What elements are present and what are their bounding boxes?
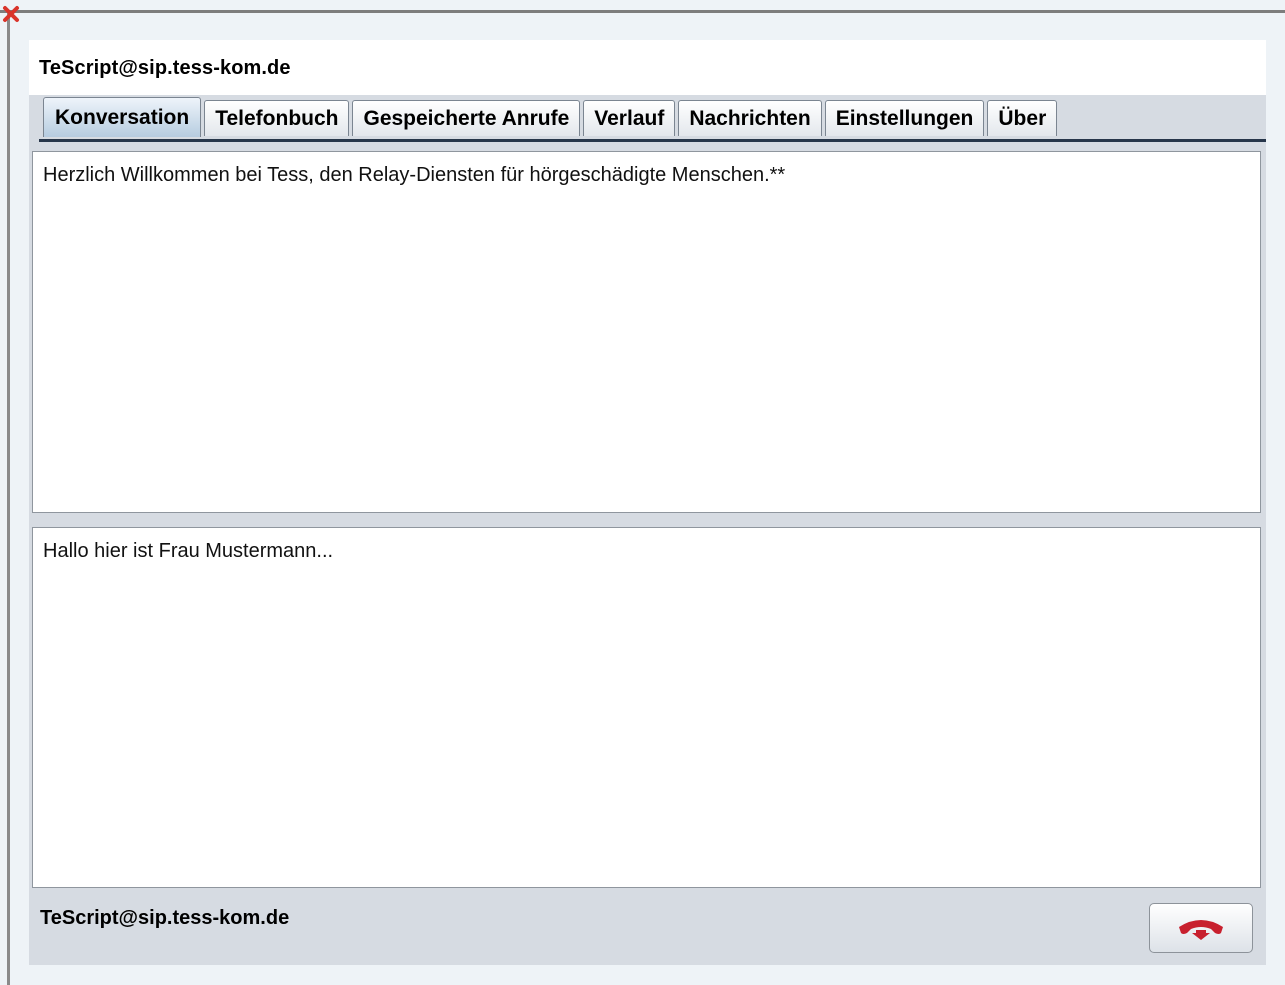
incoming-message: Herzlich Willkommen bei Tess, den Relay-… xyxy=(43,164,786,186)
tab-telefonbuch[interactable]: Telefonbuch xyxy=(204,100,350,136)
conversation-output[interactable]: Herzlich Willkommen bei Tess, den Relay-… xyxy=(32,151,1261,513)
tab-konversation[interactable]: Konversation xyxy=(43,97,202,137)
message-input[interactable]: Hallo hier ist Frau Mustermann... xyxy=(32,527,1261,888)
title-strip: TeScript@sip.tess-kom.de xyxy=(29,40,1266,95)
tab-nachrichten[interactable]: Nachrichten xyxy=(678,100,822,136)
tab-gespeicherte-anrufe[interactable]: Gespeicherte Anrufe xyxy=(352,100,581,136)
hangup-button[interactable] xyxy=(1149,903,1253,953)
outgoing-message: Hallo hier ist Frau Mustermann... xyxy=(43,540,334,562)
close-icon[interactable] xyxy=(2,5,20,23)
hang-up-phone-icon xyxy=(1179,920,1223,940)
tab-bar: Konversation Telefonbuch Gespeicherte An… xyxy=(29,95,1266,146)
tab-verlauf[interactable]: Verlauf xyxy=(583,100,676,136)
tab-underline xyxy=(39,139,1266,142)
tab-einstellungen[interactable]: Einstellungen xyxy=(824,100,985,136)
footer-account: TeScript@sip.tess-kom.de xyxy=(40,907,290,929)
account-title: TeScript@sip.tess-kom.de xyxy=(39,57,291,79)
tab-ueber[interactable]: Über xyxy=(987,100,1058,136)
window-left-border xyxy=(7,10,10,985)
window-top-border xyxy=(0,10,1285,13)
app-window: TeScript@sip.tess-kom.de Konversation Te… xyxy=(29,40,1266,965)
